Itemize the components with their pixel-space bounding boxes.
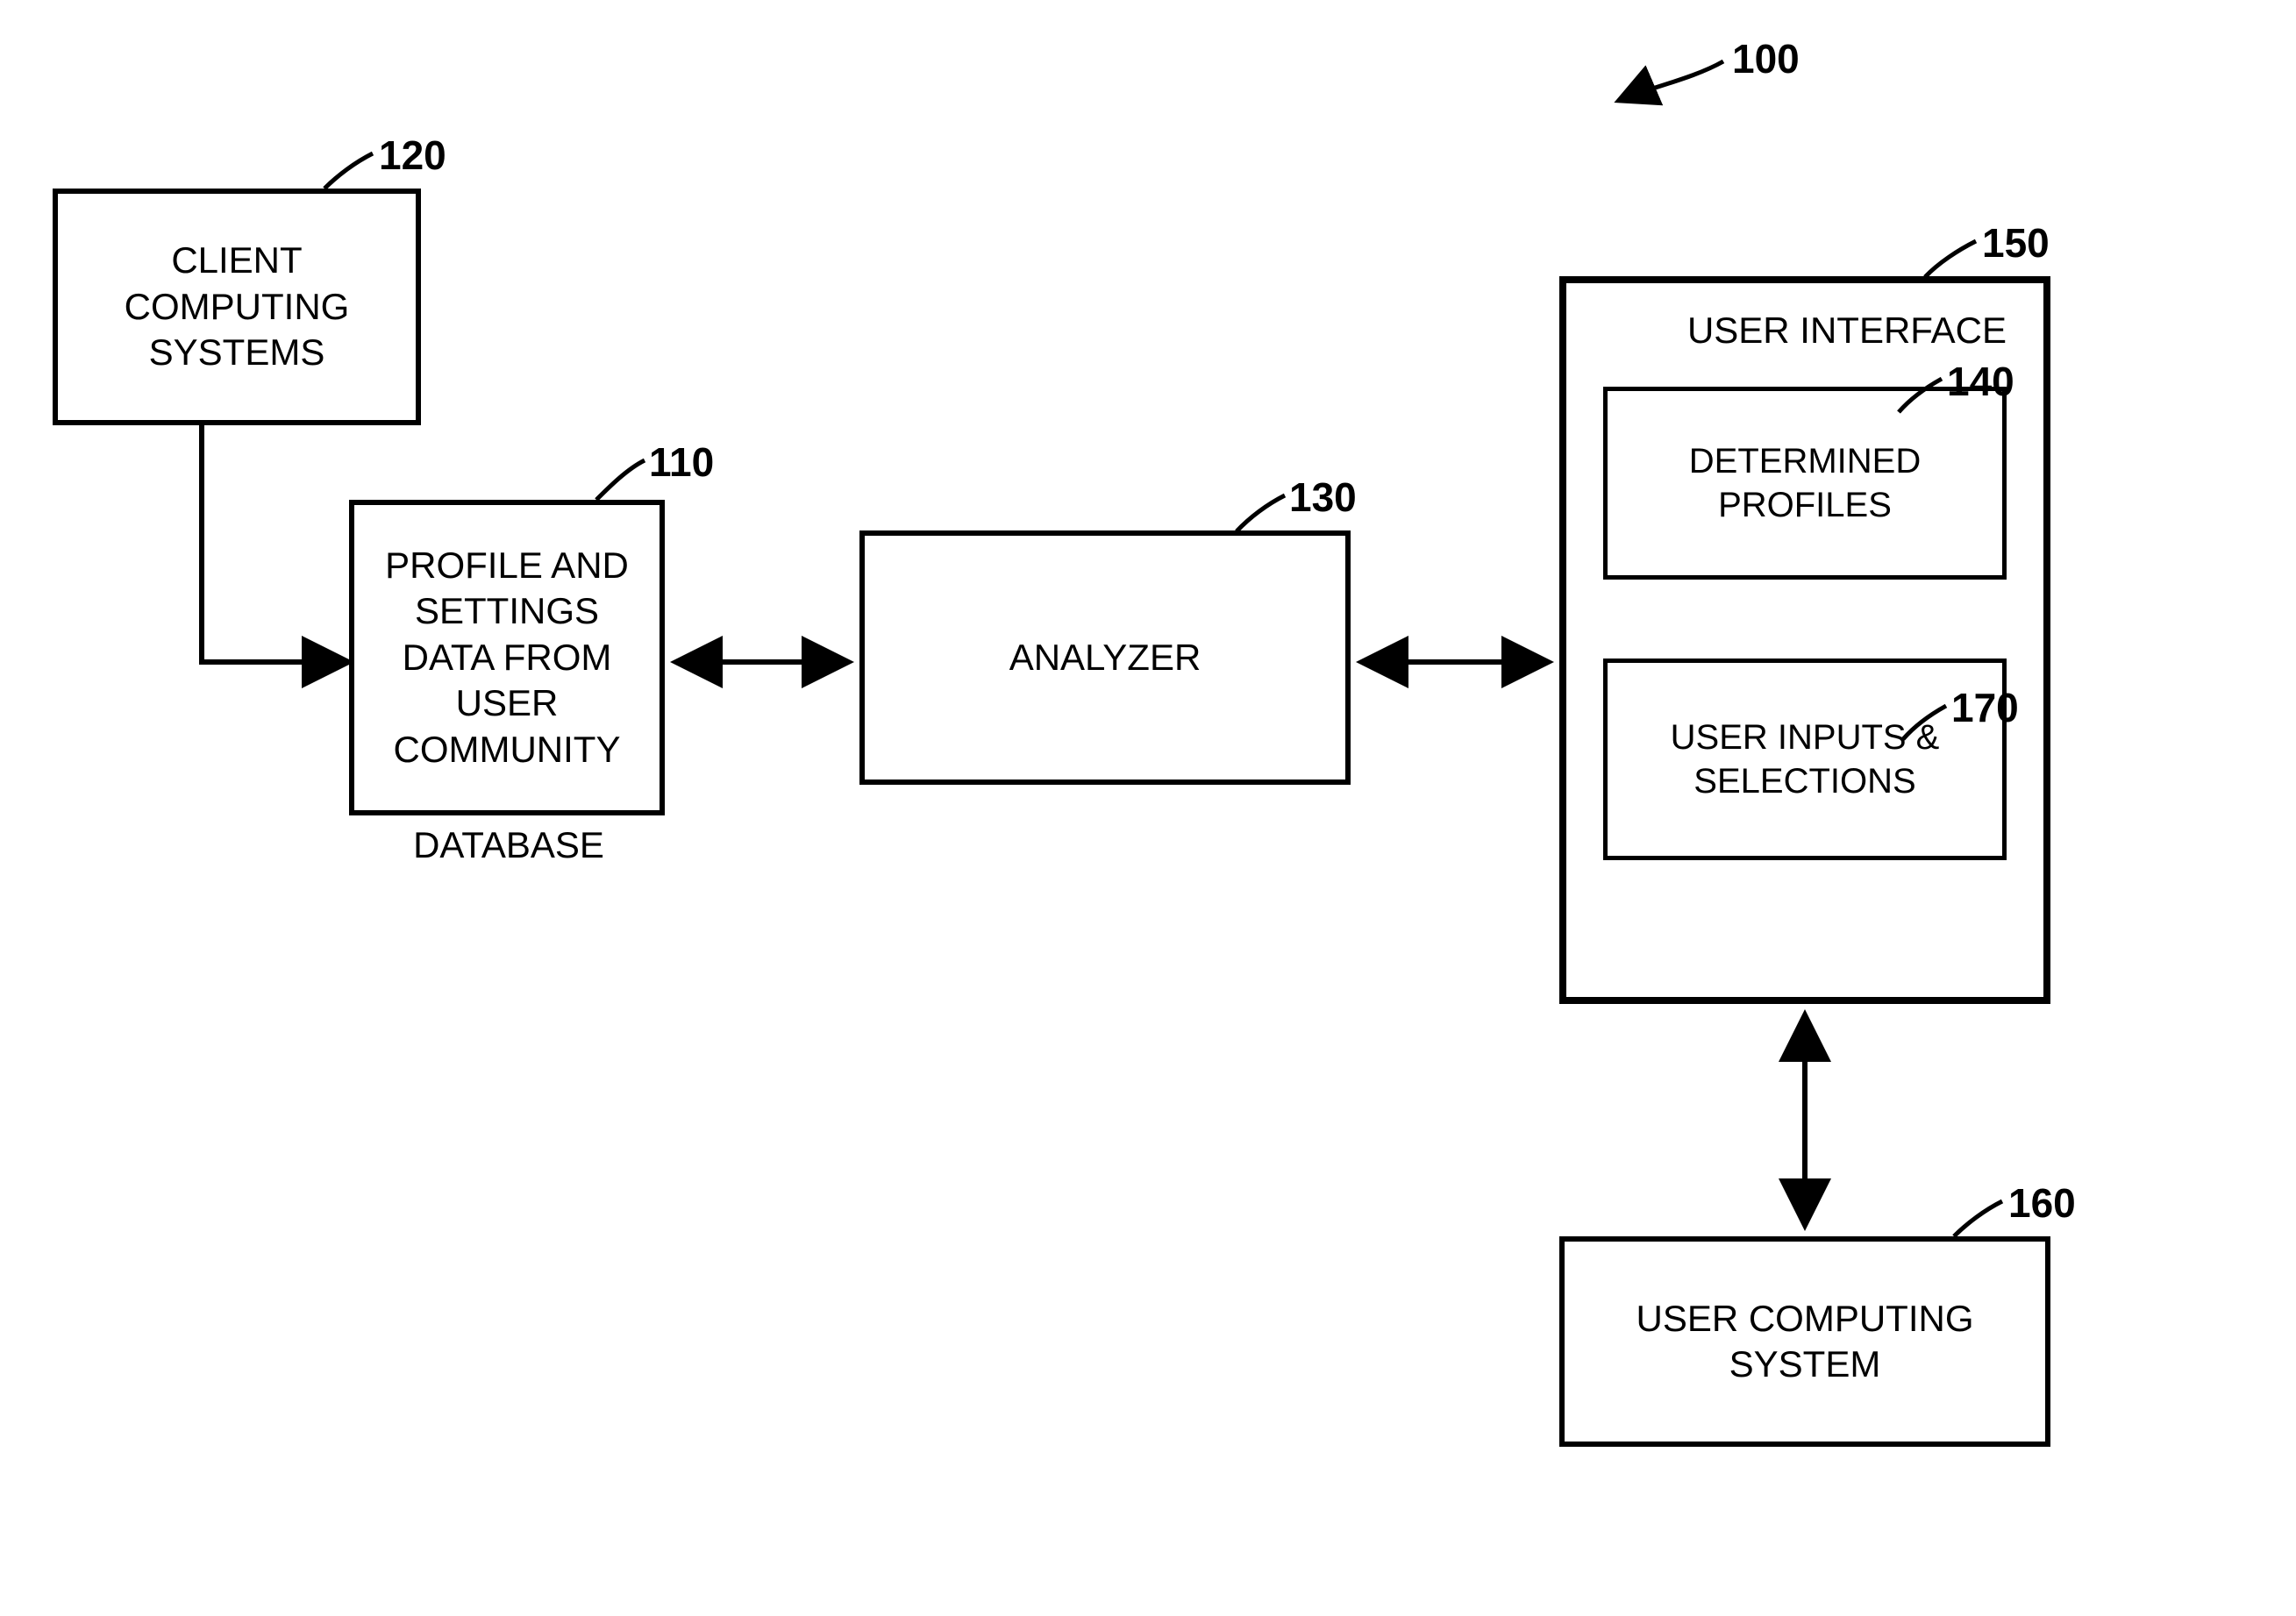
leader-110: [596, 460, 645, 500]
leader-150: [1925, 241, 1976, 277]
ref-client: 120: [379, 132, 446, 179]
box-database: PROFILE AND SETTINGS DATA FROM USER COMM…: [349, 500, 665, 815]
box-determined-profiles: DETERMINED PROFILES: [1603, 387, 2007, 580]
leader-120: [324, 153, 373, 189]
ref-profiles: 140: [1947, 358, 2014, 405]
label-database: DATABASE: [403, 824, 614, 866]
profiles-label: DETERMINED PROFILES: [1689, 439, 1921, 527]
arrow-client-to-database: [202, 425, 349, 662]
box-database-label: PROFILE AND SETTINGS DATA FROM USER COMM…: [385, 543, 629, 773]
ref-usercomp: 160: [2008, 1179, 2076, 1227]
box-user-inputs-selections: USER INPUTS & SELECTIONS: [1603, 659, 2007, 860]
leader-130: [1237, 495, 1285, 531]
diagram-canvas: CLIENT COMPUTING SYSTEMS 120 PROFILE AND…: [0, 0, 2296, 1616]
box-client-computing-systems: CLIENT COMPUTING SYSTEMS: [53, 189, 421, 425]
box-client-label: CLIENT COMPUTING SYSTEMS: [125, 238, 350, 376]
ref-database: 110: [649, 438, 714, 486]
box-analyzer-label: ANALYZER: [1009, 635, 1201, 681]
ref-analyzer: 130: [1289, 473, 1357, 521]
ui-title: USER INTERFACE: [1586, 310, 2007, 352]
ref-inputs: 170: [1951, 684, 2019, 731]
inputs-label: USER INPUTS & SELECTIONS: [1671, 715, 1940, 803]
ref-ui: 150: [1982, 219, 2050, 267]
usercomp-label: USER COMPUTING SYSTEM: [1636, 1296, 1973, 1388]
leader-100: [1618, 61, 1723, 101]
box-user-computing-system: USER COMPUTING SYSTEM: [1559, 1236, 2050, 1447]
ref-system: 100: [1732, 35, 1800, 82]
box-analyzer: ANALYZER: [859, 530, 1351, 785]
leader-160: [1954, 1201, 2002, 1236]
